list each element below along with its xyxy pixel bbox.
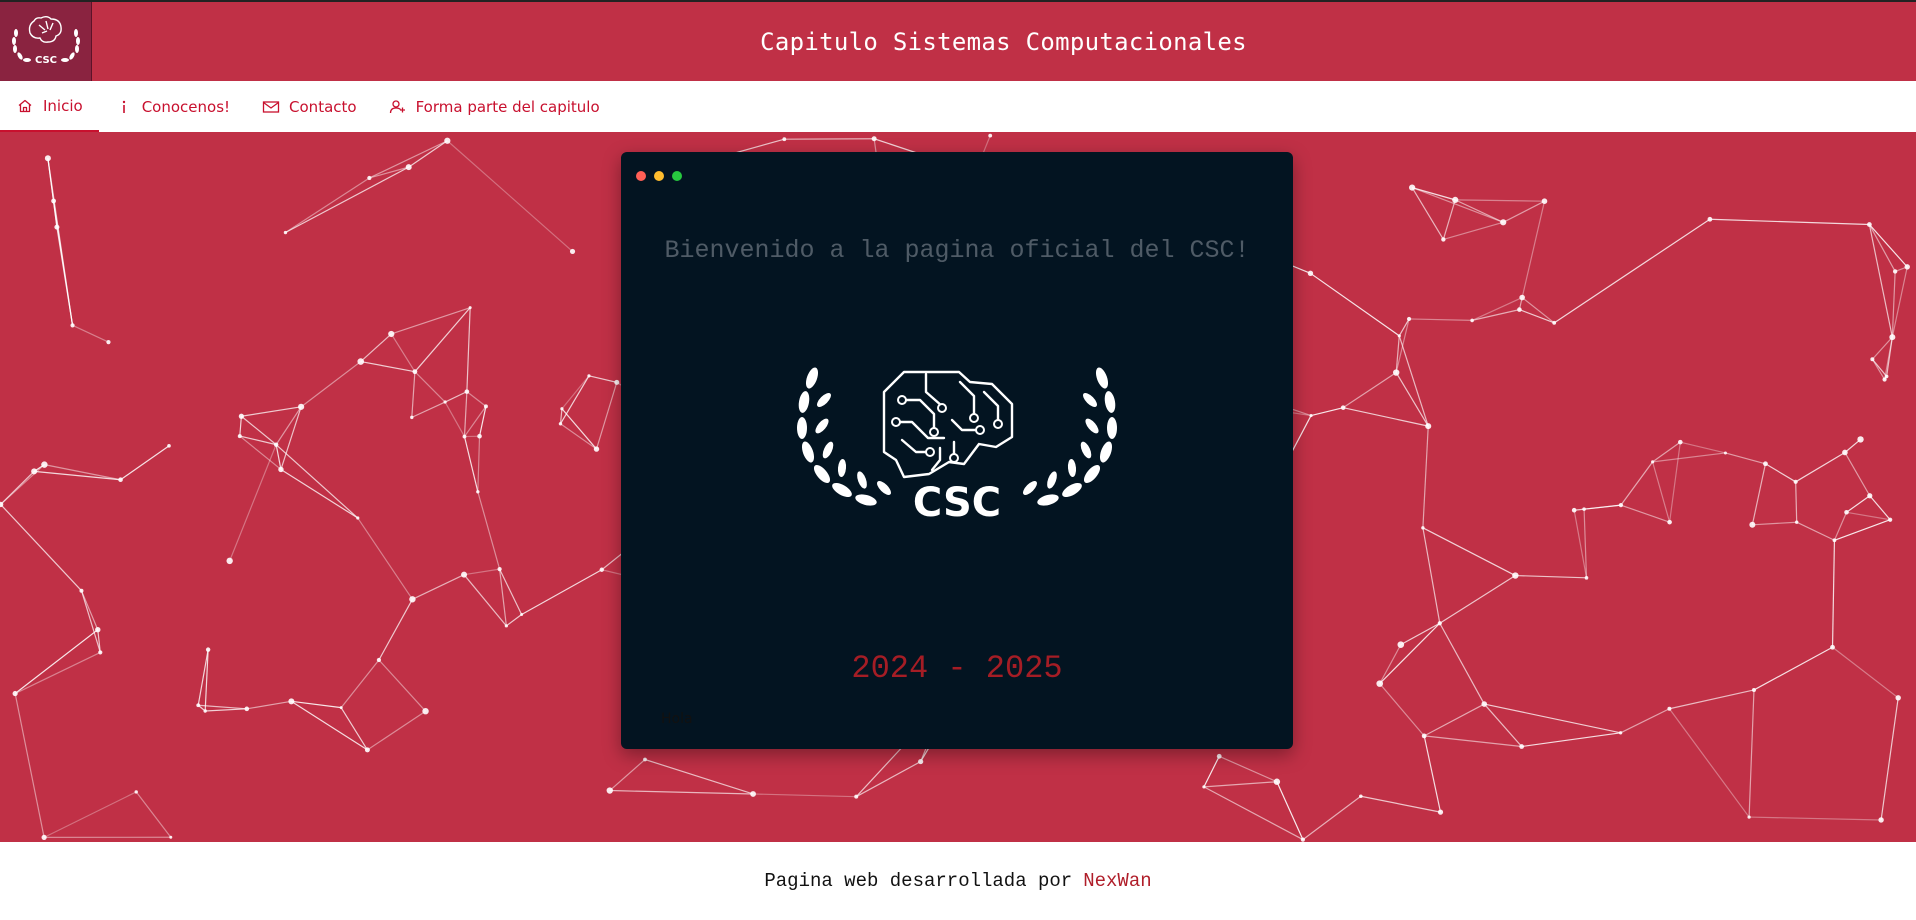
minimize-dot-icon[interactable] [654, 171, 664, 181]
welcome-text: Bienvenido a la pagina oficial del CSC! [664, 236, 1250, 265]
footer-text: Pagina web desarrollada por [764, 870, 1073, 892]
nav-item-inicio[interactable]: Inicio [0, 81, 99, 132]
emblem-text: CSC [913, 480, 1001, 526]
footer-author-link[interactable]: NexWan [1083, 870, 1151, 892]
nav-item-label: Conocenos! [141, 97, 231, 116]
nav-item-contacto[interactable]: Contacto [246, 81, 373, 132]
csc-emblem-icon: CSC [797, 367, 1117, 526]
user-plus-icon [389, 98, 407, 116]
csc-logo-icon: CSC [11, 15, 80, 66]
nav-item-forma-parte[interactable]: Forma parte del capitulo [373, 81, 616, 132]
main-nav: Inicio Conocenos! Contacto Forma parte d… [0, 81, 1916, 132]
nav-item-label: Forma parte del capitulo [415, 97, 600, 116]
nav-item-label: Inicio [43, 96, 83, 115]
nav-item-label: Contacto [289, 97, 357, 116]
site-footer: Pagina web desarrollada por NexWan [0, 842, 1916, 920]
logo[interactable]: CSC [0, 2, 92, 81]
home-icon [16, 97, 34, 115]
info-icon [115, 98, 133, 116]
hero-section: Bienvenido a la pagina oficial del CSC! [0, 132, 1916, 842]
close-dot-icon[interactable] [636, 171, 646, 181]
maximize-dot-icon[interactable] [672, 171, 682, 181]
nav-item-conocenos[interactable]: Conocenos! [99, 81, 246, 132]
svg-text:CSC: CSC [34, 55, 56, 66]
mail-icon [262, 98, 280, 116]
hola-text: Hola [661, 711, 693, 727]
site-title: Capitulo Sistemas Computacionales [760, 27, 1247, 56]
site-header: CSC Capitulo Sistemas Computacionales [0, 0, 1916, 81]
terminal-window: Bienvenido a la pagina oficial del CSC! [621, 152, 1293, 749]
years-text: 2024 - 2025 [851, 650, 1063, 687]
window-controls [636, 171, 682, 181]
